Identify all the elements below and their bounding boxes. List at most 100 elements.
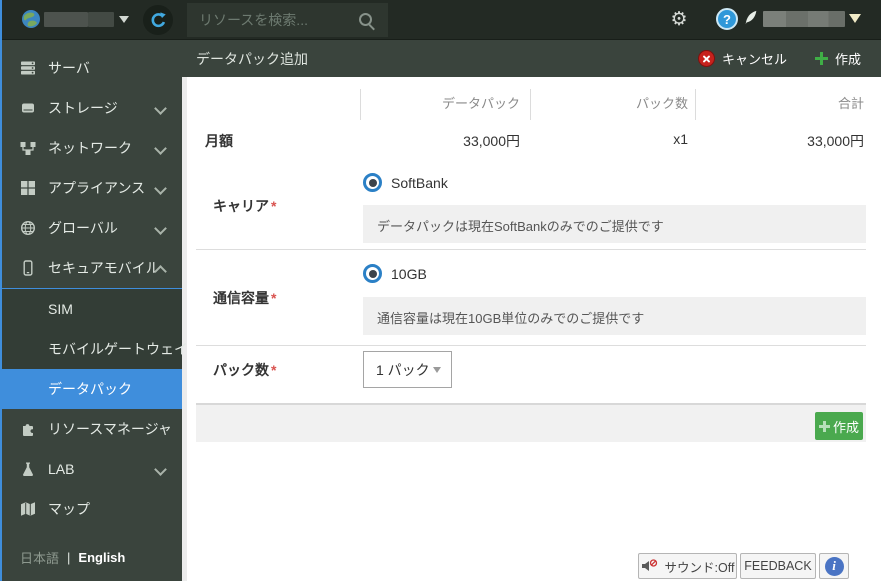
carrier-option-label[interactable]: SoftBank bbox=[391, 175, 448, 191]
server-icon bbox=[20, 60, 36, 76]
pack-count-select[interactable]: 1 パック bbox=[363, 351, 452, 388]
chevron-down-icon bbox=[154, 222, 167, 235]
sidebar-subitem-data-pack-selected[interactable]: データパック bbox=[0, 369, 182, 409]
storage-icon bbox=[20, 100, 36, 116]
chevron-down-icon bbox=[154, 463, 167, 476]
column-header-total: 合計 bbox=[837, 96, 864, 111]
redacted-zone-name-2[interactable] bbox=[88, 12, 114, 27]
network-icon bbox=[20, 140, 36, 156]
form-footer-strip bbox=[196, 403, 866, 442]
flask-icon bbox=[20, 461, 36, 477]
cancel-x-icon bbox=[697, 50, 715, 67]
content-left-gutter bbox=[182, 77, 187, 581]
mobile-icon bbox=[20, 260, 36, 276]
capacity-option-label[interactable]: 10GB bbox=[391, 266, 427, 282]
help-icon[interactable] bbox=[716, 8, 738, 30]
chevron-down-icon bbox=[154, 102, 167, 115]
gear-icon[interactable] bbox=[668, 8, 690, 32]
redacted-account-name[interactable] bbox=[763, 11, 845, 27]
language-separator: | bbox=[67, 550, 71, 565]
sound-toggle-button[interactable]: サウンド:Off bbox=[638, 553, 737, 579]
map-icon bbox=[20, 501, 36, 517]
sidebar-item-global[interactable]: グローバル bbox=[0, 208, 182, 248]
feedback-label: FEEDBACK bbox=[744, 559, 812, 573]
carrier-note: データパックは現在SoftBankのみでのご提供です bbox=[363, 205, 866, 243]
topbar bbox=[0, 0, 881, 40]
sidebar-item-label: リソースマネージャ bbox=[48, 421, 172, 437]
sidebar-item-lab[interactable]: LAB bbox=[0, 449, 182, 489]
sidebar-subitem-mobile-gateway[interactable]: モバイルゲートウェイ bbox=[0, 329, 188, 369]
column-separator bbox=[530, 89, 531, 120]
sidebar-item-label: LAB bbox=[48, 461, 75, 477]
sound-toggle-label: サウンド:Off bbox=[664, 560, 735, 575]
plus-icon bbox=[818, 420, 830, 432]
info-circle-icon bbox=[824, 556, 844, 576]
required-asterisk: * bbox=[271, 362, 277, 378]
sidebar-item-label: サーバ bbox=[48, 60, 90, 76]
app-root: { "topbar": { "search": { "placeholder":… bbox=[0, 0, 881, 581]
chevron-down-icon bbox=[154, 182, 167, 195]
monthly-pack-count: x1 bbox=[673, 131, 688, 147]
packs-field-label: パック数 * bbox=[213, 362, 277, 378]
page-title: データパック追加 bbox=[196, 50, 308, 67]
search-icon[interactable] bbox=[359, 13, 372, 26]
sidebar-item-label: アプライアンス bbox=[48, 180, 146, 196]
account-dropdown-caret-icon[interactable] bbox=[849, 14, 861, 23]
column-header-packcount: パック数 bbox=[635, 96, 688, 111]
pack-count-selected-value: 1 パック bbox=[376, 361, 430, 378]
cancel-button-label: キャンセル bbox=[721, 52, 787, 67]
info-button[interactable] bbox=[819, 553, 849, 579]
plus-icon bbox=[814, 52, 828, 65]
globe-icon bbox=[20, 220, 36, 236]
sidebar-item-storage[interactable]: ストレージ bbox=[0, 88, 182, 128]
globe-logo-icon[interactable] bbox=[21, 9, 41, 29]
section-divider bbox=[196, 345, 866, 346]
select-caret-icon bbox=[433, 366, 441, 373]
required-asterisk: * bbox=[271, 198, 277, 214]
feedback-button[interactable]: FEEDBACK bbox=[740, 553, 816, 579]
sidebar-item-label: グローバル bbox=[48, 220, 118, 236]
capacity-radio-10gb[interactable] bbox=[363, 264, 382, 283]
appliance-icon bbox=[20, 180, 36, 196]
sidebar-item-resource-manager[interactable]: リソースマネージャ bbox=[0, 409, 182, 449]
language-english[interactable]: English bbox=[78, 550, 125, 565]
sidebar: サーバ ストレージ ネットワーク アプライアンス グローバル セキュアモバイル bbox=[0, 40, 188, 581]
sidebar-subitem-label: SIM bbox=[48, 301, 73, 317]
carrier-radio-softbank[interactable] bbox=[363, 173, 382, 192]
create-submit-button[interactable]: 作成 bbox=[815, 412, 863, 440]
column-header-datapack: データパック bbox=[441, 96, 520, 111]
monthly-datapack-price: 33,000円 bbox=[463, 133, 520, 149]
cancel-button[interactable]: キャンセル bbox=[697, 49, 787, 68]
sidebar-item-network[interactable]: ネットワーク bbox=[0, 128, 182, 168]
feather-icon[interactable] bbox=[743, 9, 759, 32]
capacity-field-label: 通信容量 * bbox=[213, 290, 277, 306]
page-header: データパック追加 キャンセル 作成 bbox=[182, 40, 881, 77]
monthly-total: 33,000円 bbox=[807, 133, 864, 149]
sidebar-item-label: ネットワーク bbox=[48, 140, 132, 156]
secure-mobile-submenu: SIM モバイルゲートウェイ データパック bbox=[0, 288, 188, 409]
sidebar-item-appliance[interactable]: アプライアンス bbox=[0, 168, 182, 208]
column-separator bbox=[695, 89, 696, 120]
create-button-header[interactable]: 作成 bbox=[814, 49, 861, 68]
sidebar-item-map[interactable]: マップ bbox=[0, 489, 182, 529]
language-switcher: 日本語 | English bbox=[20, 548, 125, 567]
chevron-down-icon bbox=[154, 142, 167, 155]
sidebar-subitem-sim[interactable]: SIM bbox=[0, 289, 182, 329]
redacted-zone-name[interactable] bbox=[44, 12, 88, 27]
search-input[interactable] bbox=[187, 3, 388, 37]
sidebar-item-secure-mobile[interactable]: セキュアモバイル bbox=[0, 248, 182, 288]
puzzle-icon bbox=[20, 421, 36, 437]
carrier-field-label: キャリア * bbox=[213, 198, 277, 214]
sidebar-item-label: ストレージ bbox=[48, 100, 118, 116]
main-content: データパック パック数 合計 月額 33,000円 x1 33,000円 Sof… bbox=[182, 77, 881, 581]
language-japanese[interactable]: 日本語 bbox=[20, 548, 59, 567]
search-box bbox=[187, 3, 388, 37]
left-accent-line bbox=[0, 0, 2, 581]
create-submit-label: 作成 bbox=[832, 419, 859, 435]
refresh-button[interactable] bbox=[143, 5, 173, 35]
zone-dropdown-caret-icon[interactable] bbox=[119, 16, 129, 23]
sidebar-item-server[interactable]: サーバ bbox=[0, 48, 182, 88]
sidebar-subitem-label: データパック bbox=[48, 381, 132, 397]
required-asterisk: * bbox=[271, 290, 277, 306]
section-divider bbox=[196, 249, 866, 250]
